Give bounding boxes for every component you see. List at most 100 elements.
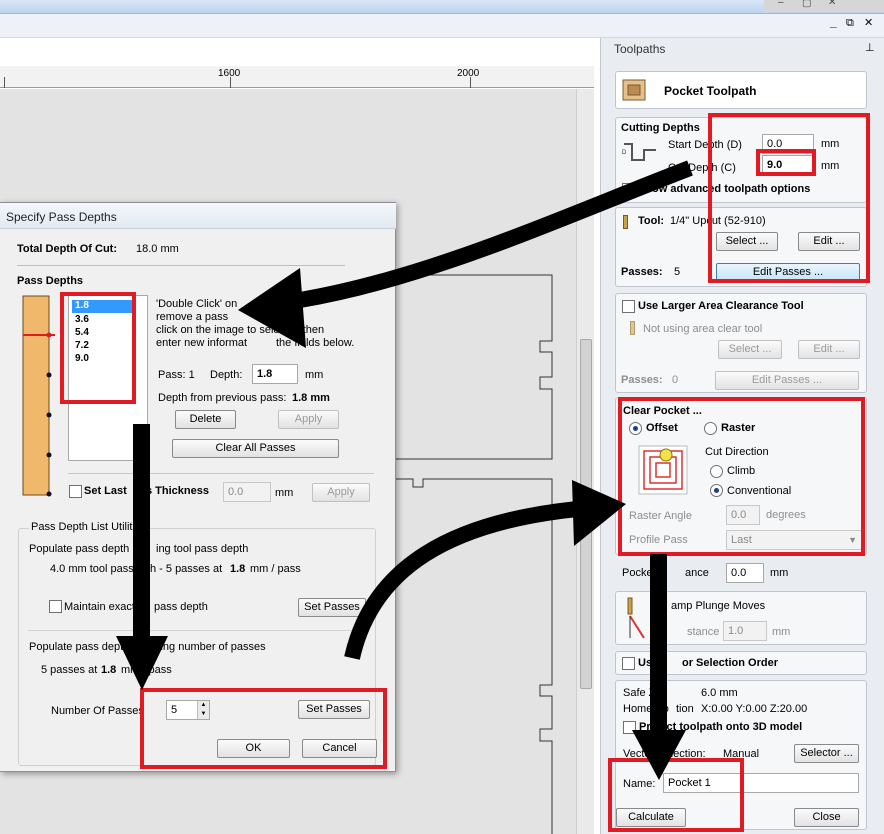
- number-of-passes-label: Number Of Passes: [51, 705, 144, 717]
- area-edit-button[interactable]: Edit ...: [798, 340, 860, 359]
- area-passes-value: 0: [672, 374, 679, 386]
- ramp-label: amp Plunge Moves: [671, 600, 766, 612]
- tool-bit-icon: [623, 215, 628, 229]
- toolpath-header: Pocket Toolpath: [615, 71, 867, 109]
- maintain-exact-checkbox[interactable]: [49, 600, 62, 613]
- canvas-scrollbar[interactable]: [576, 89, 594, 834]
- populate-tool-label-a: Populate pass depth: [29, 543, 130, 555]
- utilities-heading: Pass Depth List Utiliti: [29, 521, 137, 533]
- delete-button[interactable]: Delete: [175, 410, 236, 429]
- ruler-tick-label: 2000: [457, 68, 480, 79]
- depth-unit: mm: [305, 369, 324, 381]
- tool-info-bold: 1.8: [230, 563, 246, 575]
- ramp-distance-input[interactable]: 1.0: [723, 621, 767, 641]
- restore-icon[interactable]: ▢: [802, 0, 811, 9]
- project-3d-label: Project toolpath onto 3D model: [639, 721, 803, 733]
- depth-diagram-icon: D: [622, 143, 656, 161]
- total-depth-label: Total Depth Of Cut:: [17, 243, 117, 255]
- passes-value: 5: [674, 266, 681, 278]
- instructions-line-2: remove a pass: [156, 311, 229, 323]
- pocket-allowance-label-a: Pocket: [622, 567, 656, 579]
- window-controls: – ▢ ✕: [764, 0, 884, 12]
- area-clear-note: Not using area clear tool: [643, 323, 763, 335]
- ramp-group: amp Plunge Moves stance 1.0 mm: [615, 591, 867, 645]
- area-tool-bit-icon: [630, 321, 635, 335]
- instructions-line-3: click on the image to select it, then: [156, 324, 325, 336]
- ramp-distance-label: stance: [687, 626, 720, 638]
- depth-bar-image[interactable]: [22, 295, 56, 497]
- area-clearance-label: Use Larger Area Clearance Tool: [638, 300, 804, 312]
- mdi-close-icon[interactable]: ✕: [864, 16, 873, 29]
- divider: [68, 473, 374, 474]
- project-3d-checkbox[interactable]: [623, 721, 636, 734]
- pass-depths-heading: Pass Depths: [17, 275, 84, 287]
- area-passes-label: Passes:: [621, 374, 663, 386]
- area-edit-passes-button[interactable]: Edit Passes ...: [715, 371, 859, 390]
- populate-tool-label-b: ing tool pass depth: [156, 543, 249, 555]
- set-last-pass-input[interactable]: 0.0: [223, 482, 271, 502]
- close-button[interactable]: Close: [794, 808, 859, 827]
- minimize-icon[interactable]: –: [778, 0, 784, 8]
- maintain-label-b: pass depth: [154, 601, 208, 613]
- num-info-a: 5 passes at: [41, 664, 98, 676]
- pocket-allowance-unit: mm: [770, 567, 789, 579]
- pass-number-label: Pass: 1: [158, 369, 195, 381]
- passes-label: Passes:: [621, 266, 663, 278]
- pin-icon[interactable]: ⊥: [865, 41, 875, 54]
- tool-info-a: 4.0 mm tool pass: [50, 563, 134, 575]
- selector-button[interactable]: Selector ...: [794, 744, 859, 763]
- instructions-line-4: enter new informat: [156, 337, 248, 349]
- mdi-minimize-icon[interactable]: _: [830, 15, 837, 29]
- instructions-line-1: 'Double Click' on: [156, 298, 238, 310]
- selection-order-checkbox[interactable]: [622, 657, 635, 670]
- tool-info-c: mm / pass: [250, 563, 301, 575]
- pocket-allowance-label-b: ance: [685, 567, 709, 579]
- mdi-restore-icon[interactable]: ⧉: [846, 17, 854, 30]
- safe-z-label: Safe Z: [623, 687, 656, 699]
- menu-bar: _ ⧉ ✕: [0, 14, 884, 38]
- ramp-distance-unit: mm: [772, 626, 791, 638]
- pass-depths-dialog: Specify Pass Depths Total Depth Of Cut: …: [0, 202, 396, 772]
- highlight-box: [618, 397, 865, 556]
- home-position-label: Home Po: [623, 703, 669, 715]
- area-clearance-checkbox[interactable]: [622, 300, 635, 313]
- clear-all-passes-button[interactable]: Clear All Passes: [172, 439, 339, 458]
- divider: [17, 265, 345, 266]
- area-select-button[interactable]: Select ...: [718, 340, 782, 359]
- set-last-pass-checkbox[interactable]: [69, 485, 82, 498]
- divider: [28, 630, 368, 631]
- total-depth-value: 18.0 mm: [136, 243, 179, 255]
- set-last-pass-label-a: Set Last: [84, 485, 127, 497]
- highlight-box: [60, 292, 136, 404]
- depth-prev-label: Depth from previous pass:: [158, 392, 287, 404]
- set-passes-button[interactable]: Set Passes: [298, 598, 366, 617]
- home-position-label-b: tion: [676, 703, 694, 715]
- num-info-c: mm / pass: [121, 664, 172, 676]
- depth-label: Depth:: [210, 369, 243, 381]
- show-advanced-checkbox[interactable]: [622, 181, 635, 196]
- selection-order-label-a: Us: [638, 657, 653, 669]
- selection-order-group: Us or Selection Order: [615, 651, 867, 675]
- highlight-box: [708, 113, 870, 283]
- populate-num-label: Populate pass depth list using number of…: [29, 641, 266, 653]
- close-icon[interactable]: ✕: [828, 0, 836, 8]
- cutting-depths-heading: Cutting Depths: [621, 122, 700, 134]
- tool-label: Tool:: [638, 215, 665, 227]
- dialog-title: Specify Pass Depths: [6, 210, 117, 224]
- tool-info-b: h - 5 passes at: [150, 563, 223, 575]
- instructions-line-5: the fields below.: [276, 337, 355, 349]
- dialog-title-bar[interactable]: Specify Pass Depths: [0, 203, 396, 229]
- num-info-bold: 1.8: [101, 664, 117, 676]
- panel-title: Toolpaths: [614, 42, 666, 56]
- ramp-icon: [627, 597, 645, 639]
- pocket-allowance-input[interactable]: 0.0: [726, 563, 764, 583]
- depth-input[interactable]: 1.8: [252, 364, 298, 384]
- set-last-apply-button[interactable]: Apply: [312, 483, 370, 502]
- window-title-bar: [0, 0, 884, 14]
- highlight-box: [608, 758, 744, 832]
- toolpath-header-title: Pocket Toolpath: [664, 84, 757, 98]
- apply-button[interactable]: Apply: [278, 410, 339, 429]
- scroll-thumb[interactable]: [580, 339, 592, 689]
- highlight-box: [140, 688, 387, 769]
- maintain-label-a: Maintain exact: [64, 601, 135, 613]
